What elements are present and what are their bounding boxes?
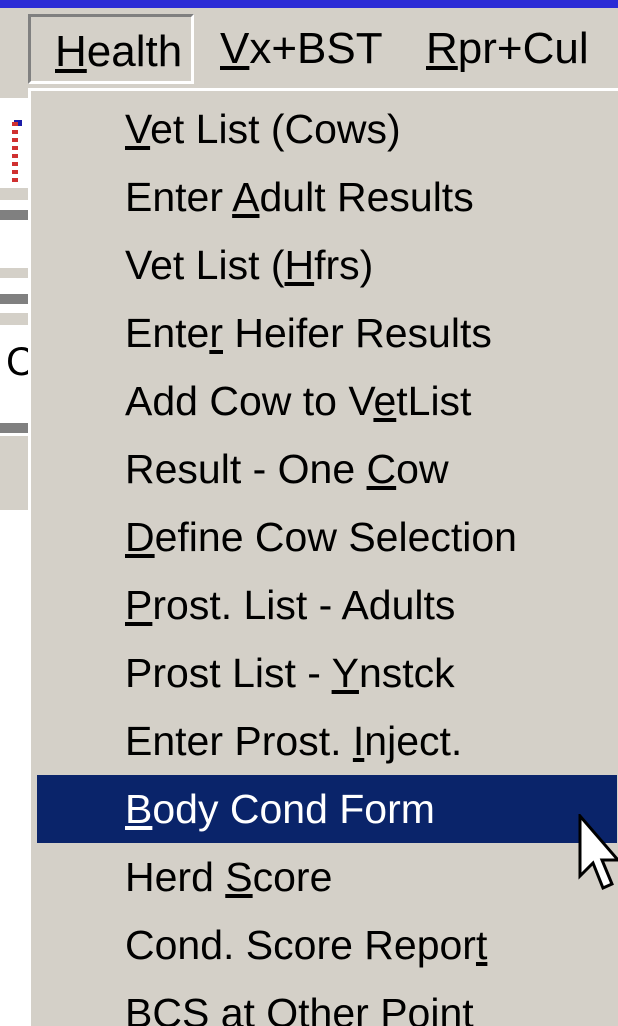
- window-edge-bar: [0, 423, 30, 433]
- menu-item-body-cond-form[interactable]: Body Cond Form: [37, 775, 617, 843]
- menu-item-prost-list-adults[interactable]: Prost. List - Adults: [37, 571, 617, 639]
- window-edge-bar: [0, 436, 30, 510]
- menu-item-enter-prost-inject[interactable]: Enter Prost. Inject.: [37, 707, 617, 775]
- window-edge-bar: [0, 268, 30, 278]
- health-dropdown-menu: Vet List (Cows) Enter Adult Results Vet Li…: [28, 88, 618, 1026]
- screen: C Health Vx+BST Rpr+Cul Vet List (Cows) E…: [0, 0, 618, 1026]
- menu-item-cond-score-report[interactable]: Cond. Score Report: [37, 911, 617, 979]
- window-edge-bar: [0, 88, 30, 98]
- menu-item-result-one-cow[interactable]: Result - One Cow: [37, 435, 617, 503]
- menu-item-enter-heifer-results[interactable]: Enter Heifer Results: [37, 299, 617, 367]
- window-edge-bar: [0, 313, 30, 325]
- menu-rpr-cul[interactable]: Rpr+Cul: [402, 14, 618, 84]
- menu-item-enter-adult-results[interactable]: Enter Adult Results: [37, 163, 617, 231]
- window-edge-bar: [0, 294, 30, 304]
- menu-item-bcs-at-other-point[interactable]: BCS at Other Point: [37, 979, 617, 1026]
- menu-bar: Health Vx+BST Rpr+Cul: [0, 8, 618, 88]
- window-marker: [12, 122, 18, 182]
- window-edge-bar: [0, 210, 30, 220]
- arrow-cursor-icon: [578, 814, 618, 891]
- menu-item-herd-score[interactable]: Herd Score: [37, 843, 617, 911]
- menu-health[interactable]: Health: [28, 14, 194, 84]
- background-window-edge: C: [0, 88, 35, 1026]
- menu-item-vet-list-hfrs[interactable]: Vet List (Hfrs): [37, 231, 617, 299]
- menu-item-vet-list-cows[interactable]: Vet List (Cows): [37, 95, 617, 163]
- menu-item-prost-list-ynstck[interactable]: Prost List - Ynstck: [37, 639, 617, 707]
- window-edge-bar: [0, 188, 30, 200]
- menu-bar-edge: [0, 8, 20, 88]
- menu-item-add-cow-to-vetlist[interactable]: Add Cow to VetList: [37, 367, 617, 435]
- menu-vx-bst[interactable]: Vx+BST: [196, 14, 396, 84]
- menu-item-define-cow-selection[interactable]: Define Cow Selection: [37, 503, 617, 571]
